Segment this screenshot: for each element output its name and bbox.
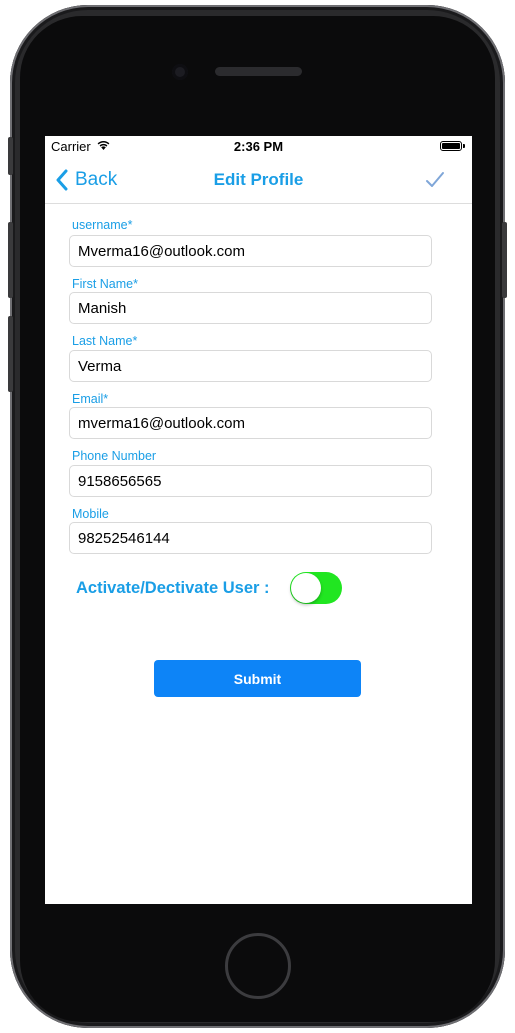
first-name-label: First Name*: [72, 277, 138, 291]
email-label: Email*: [72, 392, 109, 406]
mobile-label: Mobile: [72, 507, 109, 521]
home-button[interactable]: [225, 933, 291, 999]
submit-button[interactable]: Submit: [154, 660, 361, 697]
phone-number-label: Phone Number: [72, 449, 157, 463]
page-title: Edit Profile: [213, 170, 304, 189]
status-time: 2:36 PM: [233, 139, 284, 154]
front-camera: [172, 64, 188, 80]
app-screen: Carrier 2:36 PM Back Edit Profile userna…: [45, 136, 472, 904]
volume-down-button: [8, 316, 13, 392]
checkmark-icon[interactable]: [425, 171, 445, 189]
volume-up-button: [8, 222, 13, 298]
username-label: username*: [72, 218, 133, 232]
status-bar: Carrier 2:36 PM: [45, 136, 472, 156]
earpiece-speaker: [215, 67, 302, 76]
toggle-knob: [291, 573, 321, 603]
username-field[interactable]: [69, 235, 432, 267]
navigation-bar: Back Edit Profile: [45, 156, 472, 204]
activate-user-toggle[interactable]: [290, 572, 342, 604]
email-field[interactable]: [69, 407, 432, 439]
last-name-label: Last Name*: [72, 334, 138, 348]
power-button: [502, 222, 507, 298]
phone-number-field[interactable]: [69, 465, 432, 497]
battery-icon: [440, 141, 465, 151]
first-name-field[interactable]: [69, 292, 432, 324]
activate-user-label: Activate/Dectivate User :: [76, 579, 270, 597]
last-name-field[interactable]: [69, 350, 432, 382]
mobile-field[interactable]: [69, 522, 432, 554]
mute-switch: [8, 137, 13, 175]
